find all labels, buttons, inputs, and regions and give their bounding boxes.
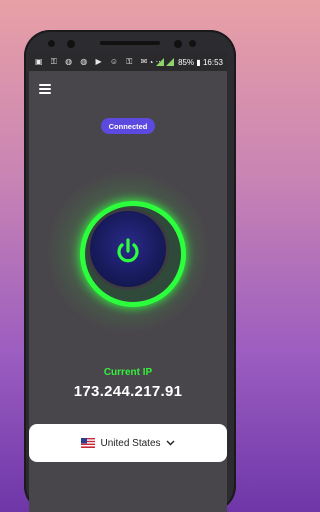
wifi-icon: ◔ xyxy=(148,58,154,67)
camera-dot xyxy=(174,40,182,48)
status-right: ◔ 85% ▮ 16:53 xyxy=(149,58,223,67)
power-icon xyxy=(117,238,139,263)
us-flag-icon xyxy=(81,438,96,448)
camera-dot xyxy=(67,40,75,48)
country-selector[interactable]: United States xyxy=(29,424,227,462)
notification-icons: ▣ ⚿ ◍ ◍ ▶ ☺ ⚿ ✉ ⋯ xyxy=(35,57,167,66)
camera-row xyxy=(24,40,236,48)
current-ip-label: Current IP xyxy=(103,367,153,378)
speaker-grille xyxy=(100,41,160,45)
connection-status-label: Connected xyxy=(108,121,148,131)
connection-status-badge: Connected xyxy=(101,118,155,134)
menu-icon[interactable] xyxy=(39,84,51,94)
battery-percent: 85% xyxy=(178,58,195,67)
current-ip-value: 173.244.217.91 xyxy=(73,383,183,400)
country-name: United States xyxy=(100,437,161,449)
battery-icon: ▮ xyxy=(196,58,201,67)
clock: 16:53 xyxy=(202,58,223,67)
camera-dot xyxy=(48,40,55,47)
signal-icon xyxy=(155,58,164,66)
signal-icon xyxy=(165,58,174,66)
status-bar: ▣ ⚿ ◍ ◍ ▶ ☺ ⚿ ✉ ⋯ ◔ 85% ▮ 16:53 xyxy=(29,53,227,71)
camera-dot xyxy=(189,40,196,47)
app-screen: ▣ ⚿ ◍ ◍ ▶ ☺ ⚿ ✉ ⋯ ◔ 85% ▮ 16:53 Connecte… xyxy=(29,53,227,512)
chevron-down-icon xyxy=(166,440,175,446)
